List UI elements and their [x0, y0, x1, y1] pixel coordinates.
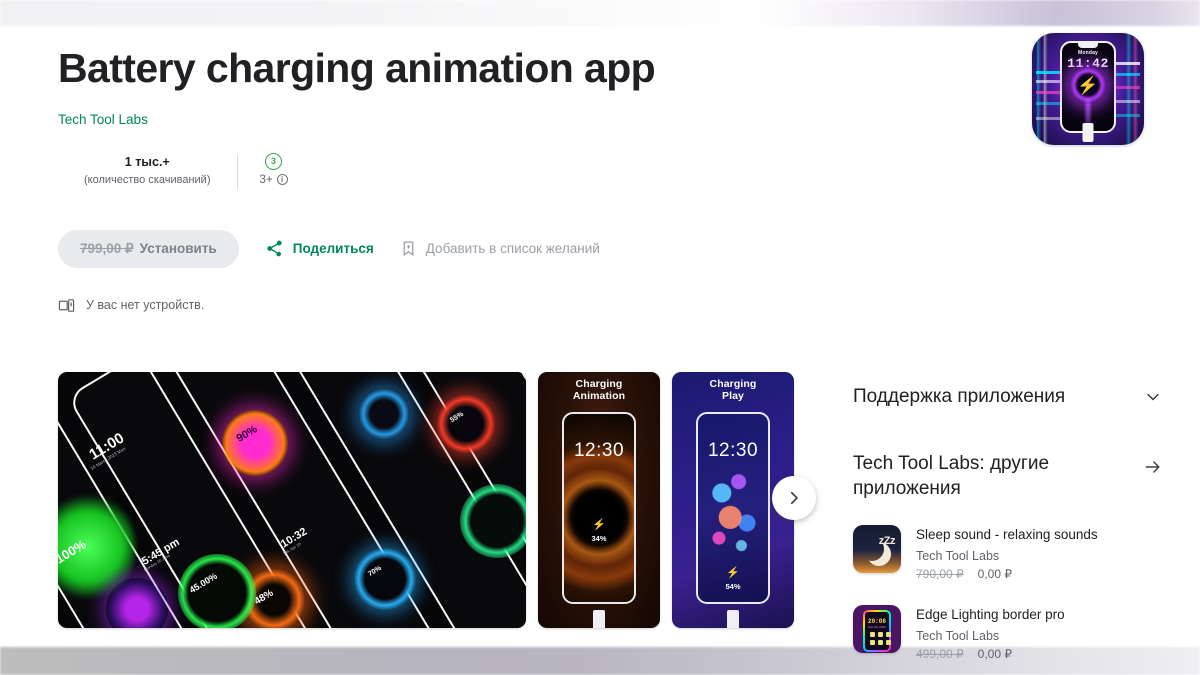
- sleep-zzz-text: zZz: [878, 535, 896, 548]
- screenshot-2-phone: 12:30 ⚡ 54%: [696, 412, 770, 604]
- more-apps-header[interactable]: Tech Tool Labs: другие приложения: [853, 452, 1163, 501]
- install-button[interactable]: 799,00 ₽ Установить: [58, 229, 239, 268]
- screenshot-2-time: 12:30: [707, 440, 759, 461]
- content-rating-label: 3+: [259, 173, 273, 186]
- install-button-label: Установить: [139, 241, 217, 257]
- app-new-price: 0,00 ₽: [977, 567, 1012, 582]
- stat-downloads: 1 тыс.+ (количество скачиваний): [58, 153, 237, 188]
- screenshot-2-bolt-icon: ⚡: [726, 567, 740, 579]
- action-buttons-row: 799,00 ₽ Установить Поделиться Добавить …: [58, 229, 838, 268]
- screenshot-1-time: 12:30: [573, 440, 625, 461]
- edge-icon-app-dots: [868, 632, 891, 646]
- hero-top-gradient: [0, 0, 1200, 26]
- right-sidebar: Поддержка приложения Tech Tool Labs: дру…: [853, 386, 1163, 661]
- wishlist-button[interactable]: Добавить в список желаний: [400, 240, 600, 257]
- gallery-next-button[interactable]: [772, 476, 816, 520]
- list-item-details: Edge Lighting border pro Tech Tool Labs …: [916, 605, 1065, 661]
- edge-icon-time: 20:08: [867, 618, 886, 626]
- screenshot-1-phone: 12:30 ⚡ 34%: [562, 412, 636, 604]
- icon-charging-plug: [1082, 123, 1094, 142]
- banner-glow-fire: [436, 394, 496, 454]
- screenshot-1-bolt-icon: ⚡: [592, 519, 606, 531]
- chevron-down-icon[interactable]: [1143, 387, 1163, 407]
- app-price-row: 790,00 ₽ 0,00 ₽: [916, 567, 1098, 581]
- screenshot-1-cable: [593, 610, 605, 628]
- list-item[interactable]: zZz Sleep sound - relaxing sounds Tech T…: [853, 525, 1163, 581]
- app-support-section[interactable]: Поддержка приложения: [853, 386, 1163, 408]
- icon-energy-burst: ⚡: [1069, 66, 1107, 105]
- app-new-price: 0,00 ₽: [977, 647, 1012, 662]
- device-notice-text: У вас нет устройств.: [86, 298, 205, 313]
- edge-lighting-app-icon: 20:08 Feb 26, 2023: [853, 605, 901, 654]
- device-icon: [58, 297, 75, 314]
- icon-phone-notch: [1078, 43, 1098, 48]
- screenshot-feature-banner[interactable]: 11:00 16 March,2023 Mon 100% 5:45 pm Mon…: [58, 372, 526, 628]
- app-icon: Monday 11:42 charging ⚡: [1032, 33, 1144, 145]
- content-rating-icon: 3: [265, 152, 283, 170]
- app-old-price: 499,00 ₽: [916, 647, 964, 662]
- wishlist-label: Добавить в список желаний: [425, 241, 600, 257]
- app-stats-row: 1 тыс.+ (количество скачиваний) 3 3+ i: [58, 152, 838, 197]
- app-developer: Tech Tool Labs: [916, 629, 1000, 644]
- downloads-label: (количество скачиваний): [84, 173, 211, 186]
- lightning-bolt-icon: ⚡: [1077, 75, 1099, 95]
- developer-link[interactable]: Tech Tool Labs: [58, 112, 148, 127]
- app-old-price: 790,00 ₽: [916, 567, 964, 582]
- downloads-value: 1 тыс.+: [124, 154, 170, 169]
- list-item-details: Sleep sound - relaxing sounds Tech Tool …: [916, 525, 1098, 581]
- screenshot-2-cable: [727, 610, 739, 628]
- list-item[interactable]: 20:08 Feb 26, 2023 Edge Lighting border …: [853, 605, 1163, 661]
- chevron-right-icon: [785, 489, 803, 507]
- install-old-price: 799,00 ₽: [80, 240, 134, 256]
- more-apps-title: Tech Tool Labs: другие приложения: [853, 453, 1050, 499]
- edge-phone-mockup: 20:08 Feb 26, 2023: [863, 610, 891, 652]
- page-title: Battery charging animation app: [58, 45, 656, 91]
- content-rating-line: 3+ i: [260, 174, 288, 186]
- app-price-row: 499,00 ₽ 0,00 ₽: [916, 647, 1065, 661]
- share-label: Поделиться: [292, 241, 374, 257]
- screenshot-2-header-line1: Charging: [709, 378, 757, 390]
- app-support-title: Поддержка приложения: [853, 386, 1066, 407]
- app-name: Sleep sound - relaxing sounds: [916, 527, 1098, 543]
- screenshot-2-percent: 54%: [725, 582, 741, 591]
- screenshot-1-header-line1: Charging: [575, 378, 623, 390]
- share-button[interactable]: Поделиться: [265, 239, 374, 258]
- info-icon[interactable]: i: [276, 174, 288, 186]
- sleep-sound-app-icon: zZz: [853, 525, 901, 574]
- edge-icon-date: Feb 26, 2023: [868, 625, 886, 630]
- screenshot-charging-animation[interactable]: Charging Animation 12:30 ⚡ 34%: [538, 372, 660, 628]
- screenshot-1-percent: 34%: [591, 534, 607, 543]
- screenshot-2-header-line2: Play: [722, 389, 744, 402]
- arrow-right-icon[interactable]: [1143, 457, 1163, 477]
- app-header-section: Battery charging animation app Tech Tool…: [58, 45, 838, 314]
- banner-glow-pink: [222, 410, 288, 476]
- share-icon: [265, 239, 284, 258]
- banner-glow-teal: [460, 484, 526, 558]
- app-developer: Tech Tool Labs: [916, 549, 1000, 564]
- stat-content-rating: 3 3+ i: [238, 152, 310, 186]
- screenshot-1-header: Charging Animation: [538, 378, 660, 403]
- banner-glow-blue: [358, 388, 410, 440]
- icon-phone-mockup: Monday 11:42 charging ⚡: [1060, 41, 1116, 134]
- screenshot-1-header-line2: Animation: [572, 389, 626, 402]
- screenshot-gallery: 11:00 16 March,2023 Mon 100% 5:45 pm Mon…: [58, 372, 794, 628]
- device-availability-row: У вас нет устройств.: [58, 297, 838, 314]
- app-name: Edge Lighting border pro: [916, 607, 1065, 623]
- screenshot-2-header: Charging Play: [672, 378, 794, 403]
- banner-glow-cyan: [354, 548, 416, 610]
- bookmark-icon: [400, 240, 417, 257]
- play-store-app-page: Battery charging animation app Tech Tool…: [0, 0, 1200, 675]
